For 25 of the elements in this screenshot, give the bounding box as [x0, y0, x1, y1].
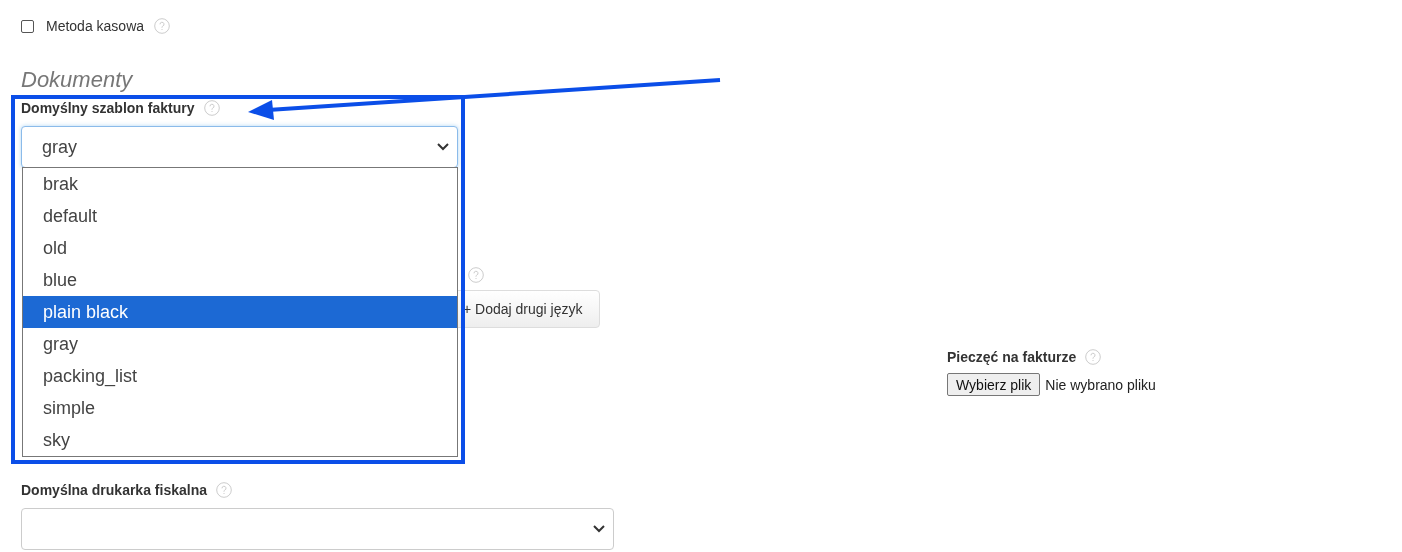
- checkbox[interactable]: [21, 19, 34, 33]
- dropdown-option[interactable]: default: [23, 200, 457, 232]
- chevron-icon: [593, 525, 605, 533]
- field-label: Domyślna drukarka fiskalna: [21, 482, 207, 498]
- dropdown-option[interactable]: packing_list: [23, 360, 457, 392]
- dropdown-option[interactable]: brak: [23, 168, 457, 200]
- help-icon[interactable]: [203, 100, 220, 116]
- choose-file-button[interactable]: Wybierz plik: [947, 373, 1041, 396]
- field-label: Domyślny szablon faktury: [21, 100, 195, 116]
- field-label: Pieczęć na fakturze: [947, 349, 1077, 365]
- help-icon[interactable]: [216, 482, 232, 498]
- help-icon[interactable]: [154, 18, 171, 34]
- dropdown-option[interactable]: sky: [23, 424, 457, 456]
- dropdown-option[interactable]: plain black: [23, 296, 457, 328]
- file-status: Nie wybrano pliku: [1045, 376, 1156, 393]
- chevron-icon: [437, 143, 449, 151]
- dropdown-option[interactable]: gray: [23, 328, 457, 360]
- template-select[interactable]: gray: [21, 126, 458, 168]
- section-title: Dokumenty: [21, 66, 134, 94]
- dropdown-option[interactable]: old: [23, 232, 457, 264]
- help-icon[interactable]: [468, 267, 484, 283]
- dropdown-option[interactable]: simple: [23, 392, 457, 424]
- help-icon[interactable]: [1085, 349, 1102, 365]
- printer-select[interactable]: [21, 508, 614, 550]
- checkbox-label: Metoda kasowa: [46, 18, 145, 34]
